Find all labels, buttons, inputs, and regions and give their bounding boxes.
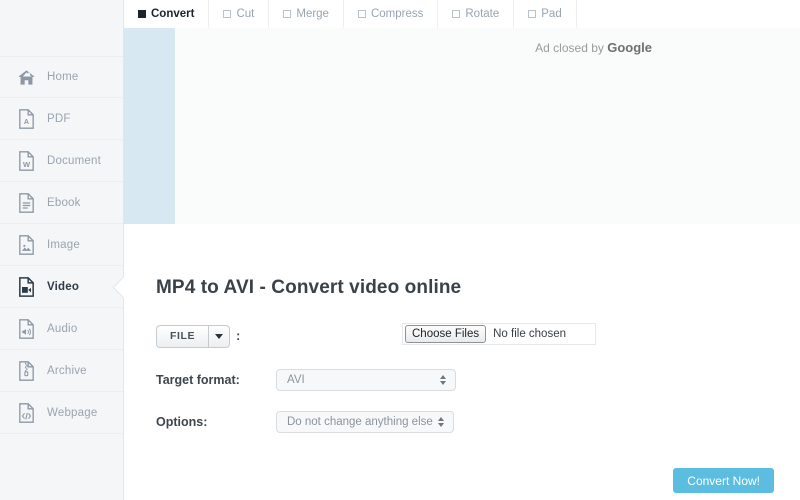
- archive-file-icon: [16, 360, 36, 382]
- sidebar-item-video[interactable]: Video: [0, 266, 123, 308]
- file-source-button[interactable]: FILE: [157, 326, 208, 347]
- sidebar-item-label: Webpage: [47, 406, 98, 419]
- file-source-split-button[interactable]: FILE: [156, 324, 231, 348]
- sidebar-item-home[interactable]: Home: [0, 56, 123, 98]
- active-indicator-arrow: [112, 275, 124, 299]
- options-value: Do not change anything else: [287, 416, 433, 428]
- target-format-label: Target format:: [156, 373, 240, 387]
- ad-placeholder-block: [124, 28, 175, 224]
- audio-file-icon: [16, 318, 36, 340]
- options-select[interactable]: Do not change anything else: [276, 411, 454, 433]
- advertisement-area[interactable]: Ad closed by Google: [124, 28, 800, 224]
- target-format-select[interactable]: AVI: [276, 369, 456, 391]
- sidebar-item-label: PDF: [47, 112, 71, 125]
- video-file-icon: [16, 276, 36, 298]
- operation-tabs: Convert Cut Merge Compress Rotate Pad: [124, 0, 800, 28]
- radio-icon: [223, 9, 232, 18]
- select-stepper-icon: [438, 417, 444, 427]
- radio-icon: [528, 9, 537, 18]
- file-chosen-status: No file chosen: [493, 328, 566, 340]
- sidebar-item-archive[interactable]: Archive: [0, 350, 123, 392]
- radio-icon: [452, 9, 461, 18]
- sidebar-item-label: Video: [47, 280, 80, 293]
- radio-icon: [357, 9, 366, 18]
- file-source-row: FILE : Choose Files No file chosen: [156, 323, 596, 349]
- tab-label: Compress: [370, 7, 424, 20]
- target-format-value: AVI: [287, 374, 305, 386]
- tab-label: Cut: [236, 7, 255, 20]
- sidebar-item-audio[interactable]: Audio: [0, 308, 123, 350]
- app-root: Home A PDF W Document Ebook Image Video …: [0, 0, 800, 500]
- code-file-icon: [16, 402, 36, 424]
- tab-rotate[interactable]: Rotate: [438, 0, 515, 28]
- sidebar-nav-list: Home A PDF W Document Ebook Image Video …: [0, 0, 123, 434]
- choose-files-button[interactable]: Choose Files: [405, 325, 487, 343]
- sidebar-item-label: Home: [47, 71, 79, 83]
- sidebar-item-label: Archive: [47, 364, 87, 377]
- sidebar-item-image[interactable]: Image: [0, 224, 123, 266]
- sidebar-item-label: Document: [47, 154, 102, 167]
- sidebar-item-pdf[interactable]: A PDF: [0, 98, 123, 140]
- options-row: Options: Do not change anything else: [156, 409, 454, 435]
- tab-label: Pad: [541, 7, 562, 20]
- tab-label: Merge: [296, 7, 329, 20]
- sidebar-item-label: Image: [47, 238, 80, 251]
- file-row-separator: :: [236, 329, 241, 343]
- tab-merge[interactable]: Merge: [269, 0, 344, 28]
- target-format-row: Target format: AVI: [156, 367, 456, 393]
- sidebar: Home A PDF W Document Ebook Image Video …: [0, 0, 124, 500]
- tab-convert[interactable]: Convert: [124, 0, 210, 28]
- options-label: Options:: [156, 415, 208, 429]
- tab-label: Rotate: [465, 7, 500, 20]
- chevron-down-icon: [215, 333, 224, 339]
- page-title: MP4 to AVI - Convert video online: [156, 276, 462, 298]
- image-file-icon: [16, 234, 36, 256]
- file-source-dropdown-toggle[interactable]: [208, 325, 229, 347]
- radio-icon: [138, 9, 146, 18]
- sidebar-item-webpage[interactable]: Webpage: [0, 392, 123, 434]
- ad-closed-text: Ad closed by: [535, 41, 608, 55]
- tab-label: Convert: [151, 7, 195, 20]
- convert-now-button[interactable]: Convert Now!: [673, 468, 774, 493]
- radio-icon: [283, 9, 292, 18]
- file-upload-input[interactable]: Choose Files No file chosen: [402, 323, 596, 345]
- tab-cut[interactable]: Cut: [209, 0, 270, 28]
- ad-closed-notice: Ad closed by Google: [535, 40, 652, 55]
- tabbar-filler: [576, 0, 800, 28]
- sidebar-item-label: Ebook: [47, 196, 81, 209]
- ebook-file-icon: [16, 192, 36, 214]
- tab-compress[interactable]: Compress: [343, 0, 439, 28]
- google-wordmark: Google: [607, 40, 652, 55]
- svg-text:W: W: [22, 159, 30, 168]
- main-panel: MP4 to AVI - Convert video online FILE :…: [124, 224, 800, 500]
- tab-pad[interactable]: Pad: [514, 0, 577, 28]
- sidebar-item-ebook[interactable]: Ebook: [0, 182, 123, 224]
- sidebar-item-label: Audio: [47, 322, 78, 335]
- pdf-file-icon: A: [16, 108, 36, 130]
- sidebar-item-document[interactable]: W Document: [0, 140, 123, 182]
- word-file-icon: W: [16, 150, 36, 172]
- select-stepper-icon: [440, 375, 446, 385]
- home-icon: [16, 66, 36, 88]
- svg-text:A: A: [23, 118, 28, 126]
